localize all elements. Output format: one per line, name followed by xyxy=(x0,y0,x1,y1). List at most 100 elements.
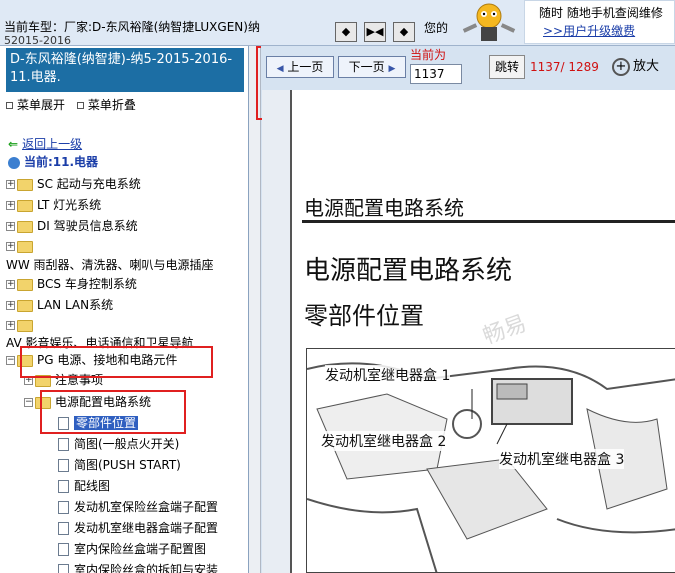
right-arrow-icon: ▶ xyxy=(388,64,396,74)
collapse-all-label: 菜单折叠 xyxy=(87,98,136,112)
folder-icon xyxy=(17,240,33,253)
expand-icon xyxy=(6,102,13,109)
header-snippet: 您的 xyxy=(424,21,449,35)
tree-item-engine-fuse[interactable]: 发动机室保险丝盒端子配置 xyxy=(58,497,218,517)
tree-item-label: PG 电源、接地和电路元件 xyxy=(37,353,178,367)
expand-plus-icon[interactable]: + xyxy=(6,321,15,330)
expand-plus-icon[interactable]: + xyxy=(6,280,15,289)
document-icon xyxy=(58,438,69,451)
collapse-all-button[interactable]: 菜单折叠 xyxy=(76,98,140,112)
vehicle-label: 当前车型： xyxy=(4,20,65,34)
callout-relay-box-3: 发动机室继电器盒 3 xyxy=(499,449,625,469)
zoom-in-button[interactable]: + 放大 xyxy=(612,55,675,79)
tree-item-lt[interactable]: + LT 灯光系统 xyxy=(6,195,101,215)
top-bar: 当前车型：厂家:D-东风裕隆(纳智捷LUXGEN)纳 52015-2016 ◆ … xyxy=(0,0,675,47)
folder-open-icon xyxy=(35,396,51,409)
folder-icon xyxy=(17,319,33,332)
back-link-label: 返回上一级 xyxy=(22,137,83,151)
tree-item-label: 室内保险丝盒端子配置图 xyxy=(74,542,207,556)
collapse-minus-icon[interactable]: − xyxy=(6,356,15,365)
document-title: 电源配置电路系统 xyxy=(304,256,513,286)
expand-plus-icon[interactable]: + xyxy=(6,301,15,310)
globe-icon xyxy=(8,156,20,169)
nav-last-button[interactable]: ◆ xyxy=(393,22,415,42)
tree-item-label: LAN LAN系统 xyxy=(37,298,114,312)
tree-item-sc[interactable]: + SC 起动与充电系统 xyxy=(6,174,141,194)
tree-item-label: BCS 车身控制系统 xyxy=(37,277,137,291)
expand-plus-icon[interactable]: + xyxy=(24,376,33,385)
tree-item-label: 配线图 xyxy=(74,479,111,493)
section-divider xyxy=(302,220,675,223)
tree-item-engine-relay[interactable]: 发动机室继电器盒端子配置 xyxy=(58,518,218,538)
current-node: 当前:11.电器 xyxy=(8,152,98,172)
tree-item-di[interactable]: + DI 驾驶员信息系统 xyxy=(6,216,138,236)
callout-relay-box-2: 发动机室继电器盒 2 xyxy=(321,431,447,451)
document-icon xyxy=(58,564,69,573)
expand-plus-icon[interactable]: + xyxy=(6,180,15,189)
document-viewer[interactable]: 电源配置电路系统 电源配置电路系统 零部件位置 畅易 发动机室继电器盒 1 发动… xyxy=(262,90,675,573)
nav-first-button[interactable]: ◆ xyxy=(335,22,357,42)
tree-item-label: 发动机室保险丝盒端子配置 xyxy=(74,500,219,514)
tree-item-interior-fuse-removal[interactable]: 室内保险丝盒的拆卸与安装 xyxy=(58,560,218,573)
callout-relay-box-1: 发动机室继电器盒 1 xyxy=(325,365,451,385)
folder-icon xyxy=(17,299,33,312)
sidebar-scrollbar[interactable] xyxy=(249,46,261,573)
watermark: 畅易 xyxy=(479,311,530,350)
expand-plus-icon[interactable]: + xyxy=(6,242,15,251)
document-icon xyxy=(58,501,69,514)
back-link[interactable]: ⇐ 返回上一级 xyxy=(8,134,82,154)
zoom-label: 放大 xyxy=(633,59,660,74)
tree-item-wiring[interactable]: 配线图 xyxy=(58,476,110,496)
folder-icon xyxy=(35,374,51,387)
section-heading: 电源配置电路系统 xyxy=(304,196,464,220)
folder-open-icon xyxy=(17,354,33,367)
folder-icon xyxy=(17,278,33,291)
tree-item-label: 注意事项 xyxy=(55,373,104,387)
collapse-minus-icon[interactable]: − xyxy=(24,398,33,407)
tree-item-label: AV 影音娱乐、电话通信和卫星导航 xyxy=(6,336,194,350)
engine-bay-image: 发动机室继电器盒 1 发动机室继电器盒 2 发动机室继电器盒 3 xyxy=(306,348,675,573)
tree-item-diagram-push-start[interactable]: 简图(PUSH START) xyxy=(58,455,181,475)
mascot-icon xyxy=(462,3,516,41)
tree-item-label: WW 雨刮器、清洗器、喇叭与电源插座 xyxy=(6,258,214,272)
collapse-icon xyxy=(76,102,84,109)
next-page-label: 下一页 xyxy=(348,60,385,74)
tree-item-blank-2[interactable]: + xyxy=(6,315,37,335)
tree-item-pg[interactable]: − PG 电源、接地和电路元件 xyxy=(6,350,177,370)
document-icon xyxy=(58,417,69,430)
jump-button[interactable]: 跳转 xyxy=(489,55,525,79)
expand-plus-icon[interactable]: + xyxy=(6,222,15,231)
nav-toggle-button[interactable]: ▶◀ xyxy=(364,22,386,42)
sidebar: D-东风裕隆(纳智捷)-纳5-2015-2016- 11.电器. 菜单展开 菜单… xyxy=(0,46,249,573)
expand-all-button[interactable]: 菜单展开 xyxy=(6,98,69,112)
sidebar-title: D-东风裕隆(纳智捷)-纳5-2015-2016- 11.电器. xyxy=(6,48,244,92)
folder-icon xyxy=(17,220,33,233)
tree-item-label: LT 灯光系统 xyxy=(37,198,102,212)
tree-item-power-config[interactable]: − 电源配置电路系统 xyxy=(24,392,151,412)
folder-icon xyxy=(17,178,33,191)
expand-plus-icon[interactable]: + xyxy=(6,201,15,210)
left-arrow-icon: ◀ xyxy=(276,64,284,74)
tree-item-bcs[interactable]: + BCS 车身控制系统 xyxy=(6,274,137,294)
expand-all-label: 菜单展开 xyxy=(17,98,66,112)
tree-item-diagram-ignition[interactable]: 简图(一般点火开关) xyxy=(58,434,179,454)
menu-toggle-row: 菜单展开 菜单折叠 xyxy=(6,96,144,113)
tree-item-interior-fuse[interactable]: 室内保险丝盒端子配置图 xyxy=(58,539,206,559)
tree-item-blank-1[interactable]: + xyxy=(6,236,37,256)
upgrade-link[interactable]: >>用户升级缴费 xyxy=(543,22,635,39)
current-page-label: 当前为 xyxy=(410,48,447,62)
document-icon xyxy=(58,522,69,535)
tree-item-ww[interactable]: WW 雨刮器、清洗器、喇叭与电源插座 xyxy=(6,255,214,275)
document-subtitle: 零部件位置 xyxy=(304,302,424,330)
page-number-input[interactable]: 1137 xyxy=(410,64,462,84)
document-icon xyxy=(58,459,69,472)
tree-item-component-location[interactable]: 零部件位置 xyxy=(58,413,139,433)
tree-item-label: 电源配置电路系统 xyxy=(55,395,152,409)
tree-item-lan[interactable]: + LAN LAN系统 xyxy=(6,295,113,315)
tree-item-notice[interactable]: + 注意事项 xyxy=(24,370,103,390)
prev-page-button[interactable]: ◀ 上一页 xyxy=(266,56,334,78)
ad-text: 随时 随地手机查阅维修 xyxy=(539,6,663,20)
document-icon xyxy=(58,543,69,556)
tree-item-label: 简图(一般点火开关) xyxy=(74,437,180,451)
next-page-button[interactable]: 下一页 ▶ xyxy=(338,56,406,78)
